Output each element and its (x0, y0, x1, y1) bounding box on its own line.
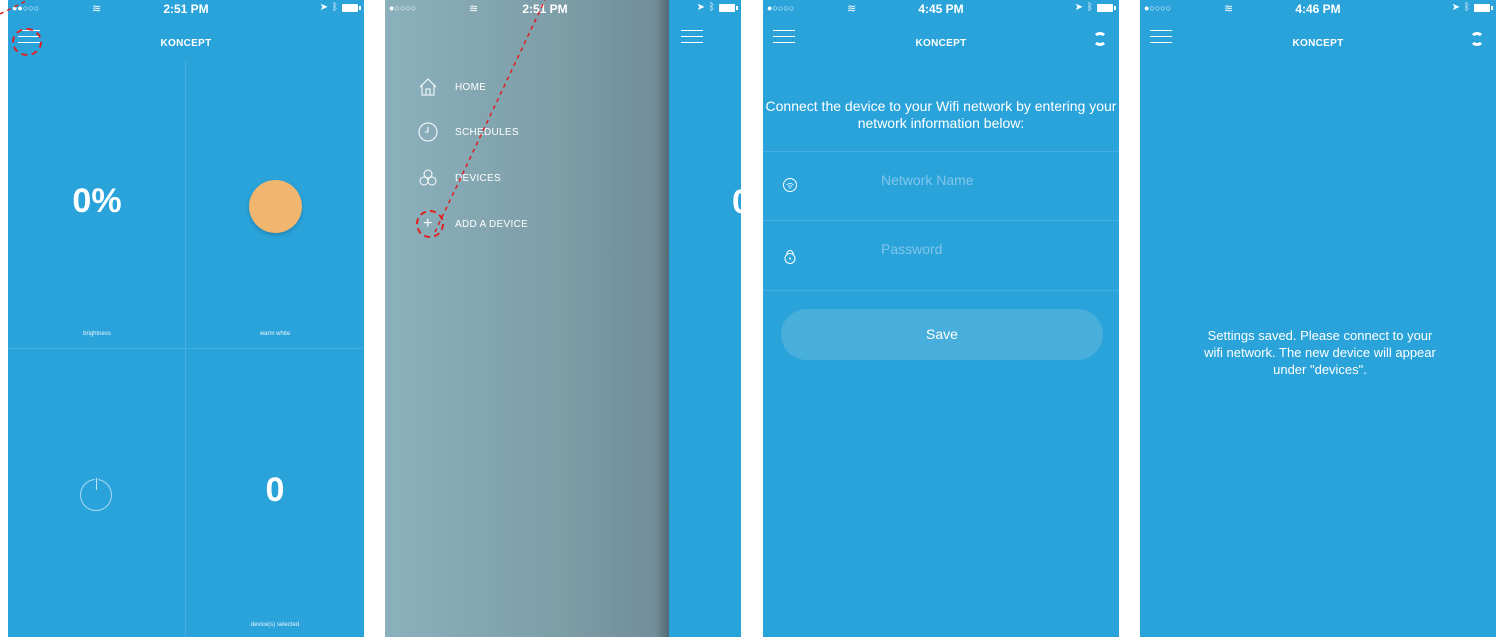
password-input[interactable] (881, 237, 1101, 261)
menu-item-devices[interactable]: DEVICES (417, 163, 637, 193)
refresh-icon[interactable] (1470, 32, 1484, 46)
menu-label: SCHEDULES (455, 126, 519, 138)
menu-icon[interactable] (681, 30, 703, 46)
brightness-value: 0% (72, 182, 122, 220)
selected-tile[interactable]: 0 device(s) selected (186, 349, 364, 637)
app-title: KONCEPT (160, 38, 212, 49)
status-bar: ➤ ᛒ (669, 0, 741, 18)
location-icon: ➤ (696, 2, 705, 13)
location-icon: ➤ (319, 2, 328, 13)
app-title: KONCEPT (1292, 38, 1344, 49)
color-label: warm white (259, 331, 291, 337)
refresh-icon[interactable] (1093, 32, 1107, 46)
power-icon[interactable] (80, 477, 112, 511)
home-screen: ●●○○○ ≋ 2:51 PM ➤ ᛒ KONCEPT 0% brightness… (8, 0, 364, 637)
menu-item-add-device[interactable]: + ADD A DEVICE (417, 209, 637, 239)
annotation-circle (12, 28, 42, 56)
location-icon: ➤ (1451, 2, 1460, 13)
settings-saved-screen: ●○○○○ ≋ 4:46 PM ➤ ᛒ KONCEPT Settings save… (1140, 0, 1496, 637)
bluetooth-icon: ᛒ (1464, 2, 1470, 13)
side-drawer: ●○○○○ ≋ 2:51 PM HOME SCHEDULES DEVICES +… (385, 0, 669, 637)
bluetooth-icon: ᛒ (332, 2, 338, 13)
wifi-icon (783, 178, 797, 192)
save-button[interactable]: Save (781, 309, 1103, 360)
warm-white-swatch[interactable] (249, 180, 302, 233)
brightness-label: brightness (83, 331, 111, 337)
status-time: 2:51 PM (522, 2, 568, 16)
status-right: ➤ ᛒ (696, 2, 738, 13)
menu-screen: ●○○○○ ≋ 2:51 PM HOME SCHEDULES DEVICES +… (385, 0, 741, 637)
clock-icon (417, 121, 439, 143)
annotation-circle (416, 210, 444, 238)
network-name-input[interactable] (881, 168, 1101, 192)
status-right: ➤ ᛒ (1451, 2, 1493, 13)
menu-label: DEVICES (455, 172, 502, 184)
menu-label: ADD A DEVICE (455, 218, 529, 230)
battery-icon (1097, 3, 1116, 12)
menu-item-schedules[interactable]: SCHEDULES (417, 117, 637, 147)
status-time: 2:51 PM (163, 2, 209, 16)
bluetooth-icon: ᛒ (1087, 2, 1093, 13)
bluetooth-icon: ᛒ (709, 2, 715, 13)
battery-icon (719, 3, 738, 12)
wifi-setup-screen: ●○○○○ ≋ 4:45 PM ➤ ᛒ KONCEPT Connect the d… (763, 0, 1119, 637)
selected-count: 0 (265, 471, 285, 509)
status-bar: ●○○○○ ≋ 2:51 PM (385, 0, 669, 18)
devices-icon (417, 167, 439, 189)
status-bar: ●○○○○ ≋ 4:45 PM ➤ ᛒ (763, 0, 1119, 18)
tile-grid: 0% brightness warm white 0 device(s) sel… (8, 60, 364, 637)
status-time: 4:45 PM (918, 2, 964, 16)
selected-label: device(s) selected (250, 622, 300, 628)
main-screen-peek[interactable]: ➤ᛒ 0 (669, 0, 741, 637)
brightness-value-peek: 0 (732, 183, 741, 222)
nav-bar: KONCEPT (1140, 18, 1496, 60)
location-icon: ➤ (1074, 2, 1083, 13)
settings-saved-message: Settings saved. Please connect to your w… (1204, 328, 1436, 377)
status-bar: ●○○○○ ≋ 4:46 PM ➤ ᛒ (1140, 0, 1496, 18)
status-right: ➤ ᛒ (1074, 2, 1116, 13)
menu-label: HOME (455, 81, 487, 93)
nav-bar: KONCEPT (763, 18, 1119, 60)
status-time: 4:46 PM (1295, 2, 1341, 16)
drawer-shadow (655, 0, 669, 637)
battery-icon (1474, 3, 1493, 12)
instructions-text: Connect the device to your Wifi network … (765, 98, 1117, 131)
home-icon (417, 76, 439, 98)
status-bar: ●●○○○ ≋ 2:51 PM ➤ ᛒ (8, 0, 364, 18)
divider (763, 290, 1119, 291)
password-field[interactable] (763, 221, 1119, 290)
brightness-tile[interactable]: 0% brightness (8, 60, 186, 348)
network-name-field[interactable] (763, 152, 1119, 221)
battery-icon (342, 3, 361, 12)
status-right: ➤ ᛒ (319, 2, 361, 13)
signal-indicator: ●○○○○ (389, 3, 417, 13)
app-title: KONCEPT (915, 38, 967, 49)
nav-bar: KONCEPT (8, 18, 364, 60)
menu-item-home[interactable]: HOME (417, 72, 637, 102)
color-tile[interactable]: warm white (186, 60, 364, 348)
power-tile[interactable] (8, 349, 186, 637)
wifi-icon: ≋ (469, 3, 479, 15)
lock-icon (783, 248, 797, 264)
